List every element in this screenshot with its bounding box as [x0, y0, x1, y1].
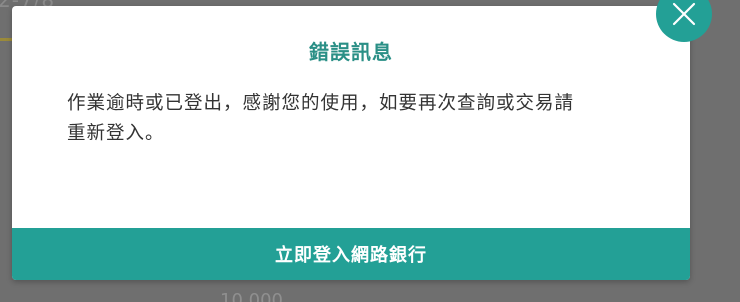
dialog-message-line: 重新登入。: [67, 123, 165, 144]
background-underline: [0, 38, 12, 41]
login-online-banking-button[interactable]: 立即登入網路銀行: [12, 228, 690, 280]
dialog-title: 錯誤訊息: [309, 40, 393, 64]
background-amount-fragment: 10,000: [220, 290, 283, 302]
dialog-message: 作業逾時或已登出，感謝您的使用，如要再次查詢或交易請 重新登入。: [67, 89, 657, 149]
dialog-message-line: 作業逾時或已登出，感謝您的使用，如要再次查詢或交易請: [67, 93, 575, 114]
close-icon: [672, 2, 696, 26]
error-dialog: 錯誤訊息 作業逾時或已登出，感謝您的使用，如要再次查詢或交易請 重新登入。 立即…: [12, 6, 690, 280]
